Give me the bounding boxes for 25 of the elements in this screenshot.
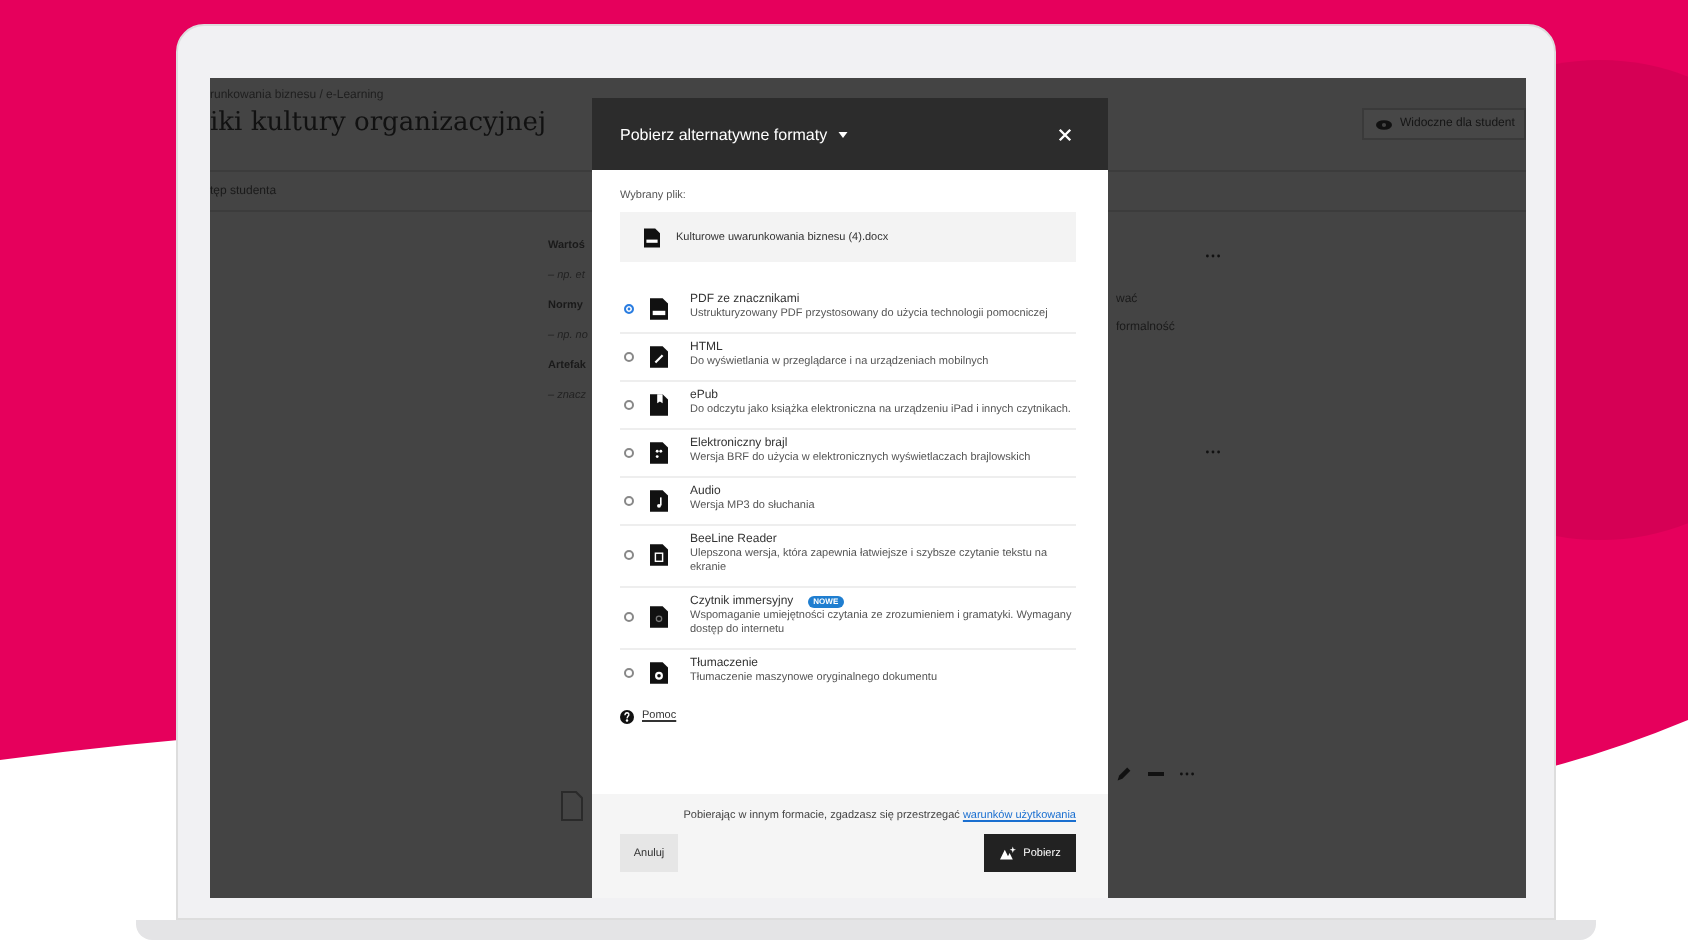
file-icon <box>560 790 584 822</box>
file-icon <box>650 606 668 629</box>
radio-button[interactable] <box>624 550 634 561</box>
file-icon <box>650 544 668 567</box>
caret-icon[interactable] <box>837 131 848 137</box>
sparkle-icon <box>999 846 1016 860</box>
pdf-file-icon <box>650 298 668 320</box>
radio-button[interactable] <box>624 668 634 679</box>
file-icon <box>650 662 668 685</box>
radio-button[interactable] <box>624 352 634 362</box>
pen-file-icon <box>650 346 668 368</box>
help-icon <box>620 709 634 724</box>
eye-icon <box>1376 119 1392 129</box>
music-file-icon <box>650 490 668 512</box>
radio-button[interactable] <box>624 304 634 314</box>
radio-button[interactable] <box>624 448 634 458</box>
braille-file-icon <box>650 442 668 464</box>
radio-button[interactable] <box>624 612 634 623</box>
book-icon <box>650 394 668 416</box>
radio-button[interactable] <box>624 496 634 506</box>
radio-button[interactable] <box>624 400 634 410</box>
document-icon <box>644 227 660 247</box>
pen-icon[interactable] <box>1116 766 1132 782</box>
dialog-title[interactable]: Pobierz alternatywne formaty <box>620 125 828 143</box>
close-icon[interactable] <box>1058 127 1072 141</box>
